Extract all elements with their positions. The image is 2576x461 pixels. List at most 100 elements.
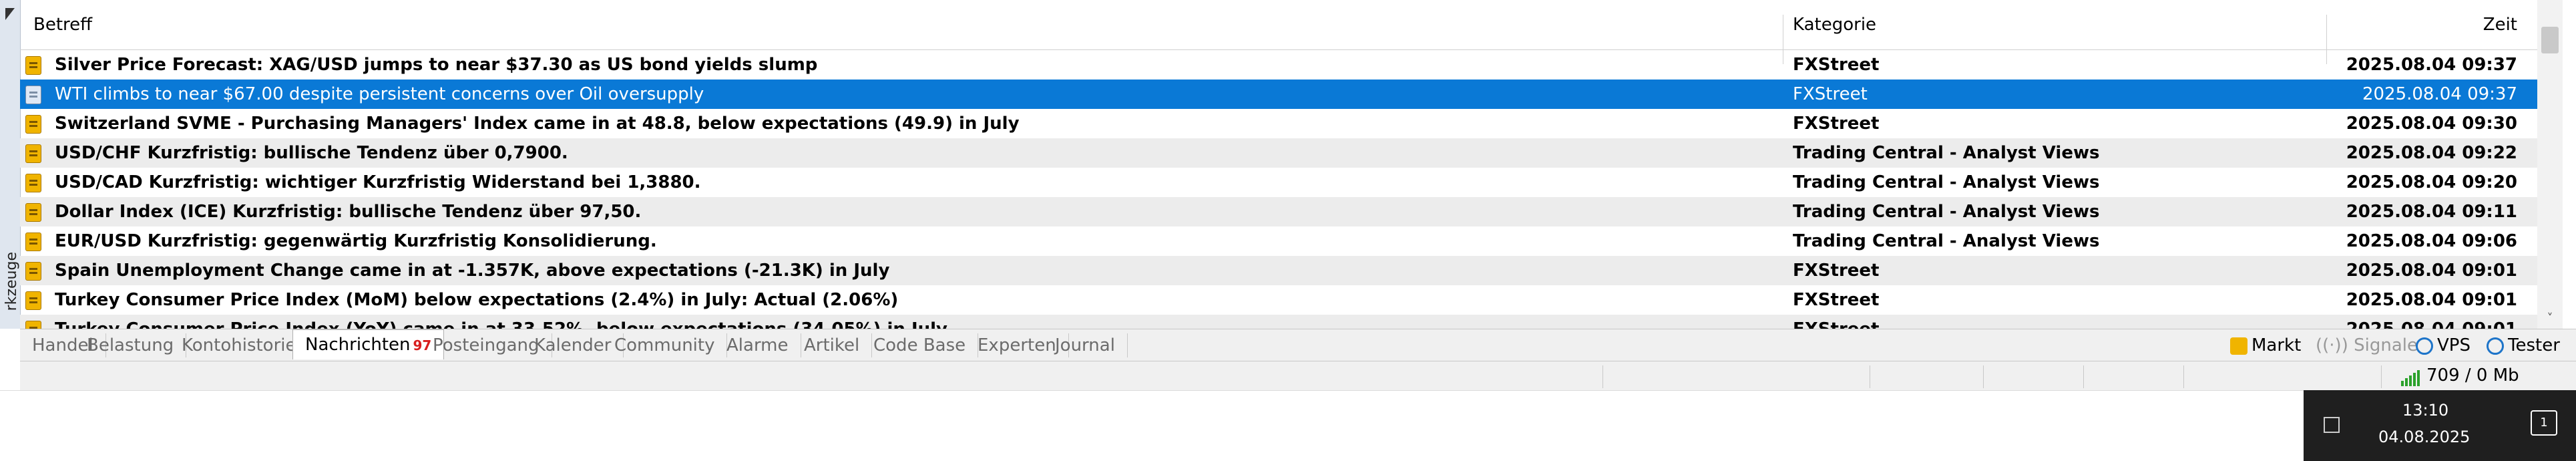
tab-community[interactable]: Community	[602, 333, 728, 357]
vertical-scrollbar[interactable]: ˅	[2537, 0, 2563, 329]
cloud-icon	[2416, 337, 2433, 355]
clock-time[interactable]: 13:10	[2402, 401, 2448, 420]
table-row[interactable]: Turkey Consumer Price Index (MoM) below …	[20, 285, 2537, 315]
row-category: FXStreet	[1793, 261, 1880, 281]
row-subject: WTI climbs to near $67.00 despite persis…	[55, 84, 704, 104]
toolbox-side-strip: rkzeuge	[0, 0, 21, 329]
row-subject: Silver Price Forecast: XAG/USD jumps to …	[55, 55, 818, 75]
notification-icon[interactable]: 1	[2531, 410, 2557, 436]
pin-icon[interactable]	[5, 8, 15, 20]
table-row[interactable]: WTI climbs to near $67.00 despite persis…	[20, 80, 2537, 109]
news-icon	[25, 203, 41, 222]
signal-wave-icon: ((·))	[2316, 335, 2348, 355]
status-bar: 709 / 0 Mb	[20, 361, 2576, 391]
tester-button[interactable]: Tester	[2487, 333, 2560, 357]
tray-chevron-icon[interactable]	[2324, 417, 2340, 433]
row-subject: Turkey Consumer Price Index (MoM) below …	[55, 290, 899, 310]
table-row[interactable]: EUR/USD Kurzfristig: gegenwärtig Kurzfri…	[20, 226, 2537, 256]
row-subject: USD/CHF Kurzfristig: bullische Tendenz ü…	[55, 143, 568, 163]
tester-label: Tester	[2508, 335, 2560, 355]
signals-button[interactable]: ((·)) Signale	[2316, 333, 2418, 357]
row-subject: USD/CAD Kurzfristig: wichtiger Kurzfrist…	[55, 172, 701, 192]
row-time: 2025.08.04 09:20	[2346, 172, 2517, 192]
toolbox-tab-bar: Handel Belastung Kontohistorie Nachrichten 9…	[20, 329, 2576, 361]
status-divider	[2381, 365, 2382, 388]
row-subject: Dollar Index (ICE) Kurzfristig: bullisch…	[55, 202, 642, 222]
news-table: Betreff Kategorie Zeit Silver Price Fore…	[20, 0, 2537, 344]
tab-label: Kalender	[534, 335, 612, 355]
row-time: 2025.08.04 09:01	[2346, 261, 2517, 281]
market-label: Markt	[2251, 335, 2302, 355]
row-category: FXStreet	[1793, 55, 1880, 75]
tab-label: Journal	[1055, 335, 1115, 355]
news-icon	[25, 144, 41, 163]
windows-taskbar-tray: 13:10 04.08.2025 1	[2304, 390, 2576, 461]
table-row[interactable]: Silver Price Forecast: XAG/USD jumps to …	[20, 50, 2537, 80]
news-icon	[25, 86, 41, 104]
scroll-down-icon[interactable]: ˅	[2544, 313, 2556, 325]
row-time: 2025.08.04 09:01	[2346, 290, 2517, 310]
tab-kontohistorie[interactable]: Kontohistorie	[170, 333, 309, 357]
clock-date[interactable]: 04.08.2025	[2378, 428, 2470, 446]
row-time: 2025.08.04 09:06	[2346, 231, 2517, 251]
row-time: 2025.08.04 09:22	[2346, 143, 2517, 163]
tab-artikel[interactable]: Artikel	[792, 333, 873, 357]
row-category: Trading Central - Analyst Views	[1793, 172, 2100, 192]
row-subject: Switzerland SVME - Purchasing Managers' …	[55, 114, 1020, 134]
row-category: Trading Central - Analyst Views	[1793, 143, 2100, 163]
tab-label: Belastung	[87, 335, 174, 355]
tab-label: Kontohistorie	[182, 335, 296, 355]
news-icon	[25, 115, 41, 134]
row-time: 2025.08.04 09:30	[2346, 114, 2517, 134]
row-time: 2025.08.04 09:11	[2346, 202, 2517, 222]
row-category: Trading Central - Analyst Views	[1793, 231, 2100, 251]
news-icon	[25, 233, 41, 251]
row-category: FXStreet	[1793, 290, 1880, 310]
terminal-toolbox-window: rkzeuge Betreff Kategorie Zeit Silver Pr…	[0, 0, 2576, 461]
row-category: Trading Central - Analyst Views	[1793, 202, 2100, 222]
table-row[interactable]: USD/CHF Kurzfristig: bullische Tendenz ü…	[20, 138, 2537, 168]
header-subject[interactable]: Betreff	[33, 15, 92, 35]
gear-icon	[2487, 337, 2504, 355]
lock-icon	[2230, 337, 2247, 355]
table-row[interactable]: Dollar Index (ICE) Kurzfristig: bullisch…	[20, 197, 2537, 226]
row-category: FXStreet	[1793, 84, 1868, 104]
news-icon	[25, 56, 41, 75]
news-icon	[25, 291, 41, 310]
header-time[interactable]: Zeit	[2483, 15, 2517, 35]
table-body: Silver Price Forecast: XAG/USD jumps to …	[20, 50, 2537, 344]
market-button[interactable]: Markt	[2230, 333, 2301, 357]
connection-status[interactable]: 709 / 0 Mb	[2401, 365, 2519, 386]
news-icon	[25, 262, 41, 281]
status-divider	[2083, 365, 2084, 388]
tab-journal[interactable]: Journal	[1043, 333, 1128, 357]
signal-strength-icon	[2401, 366, 2421, 386]
tab-alarme[interactable]: Alarme	[714, 333, 801, 357]
news-icon	[25, 174, 41, 192]
header-category[interactable]: Kategorie	[1793, 15, 1876, 35]
tab-label: Artikel	[804, 335, 860, 355]
table-row[interactable]: Switzerland SVME - Purchasing Managers' …	[20, 109, 2537, 138]
scroll-thumb[interactable]	[2541, 27, 2559, 53]
connection-traffic: 709 / 0 Mb	[2426, 365, 2519, 386]
table-row[interactable]: USD/CAD Kurzfristig: wichtiger Kurzfrist…	[20, 168, 2537, 197]
status-divider	[1602, 365, 1603, 388]
vps-button[interactable]: VPS	[2416, 333, 2471, 357]
table-row[interactable]: Spain Unemployment Change came in at -1.…	[20, 256, 2537, 285]
tab-code-base[interactable]: Code Base	[861, 333, 979, 357]
tab-label: Alarme	[726, 335, 789, 355]
torn-edge	[0, 390, 2324, 436]
status-divider	[2183, 365, 2184, 388]
tab-label: Community	[614, 335, 715, 355]
row-category: FXStreet	[1793, 114, 1880, 134]
row-time: 2025.08.04 09:37	[2362, 84, 2517, 104]
tab-label: Nachrichten	[305, 335, 411, 355]
row-time: 2025.08.04 09:37	[2346, 55, 2517, 75]
row-subject: EUR/USD Kurzfristig: gegenwärtig Kurzfri…	[55, 231, 657, 251]
row-subject: Spain Unemployment Change came in at -1.…	[55, 261, 890, 281]
status-divider	[1983, 365, 1984, 388]
vps-label: VPS	[2437, 335, 2471, 355]
tab-label: Code Base	[873, 335, 966, 355]
toolbox-label: rkzeuge	[3, 252, 20, 311]
table-header: Betreff Kategorie Zeit	[20, 0, 2537, 64]
